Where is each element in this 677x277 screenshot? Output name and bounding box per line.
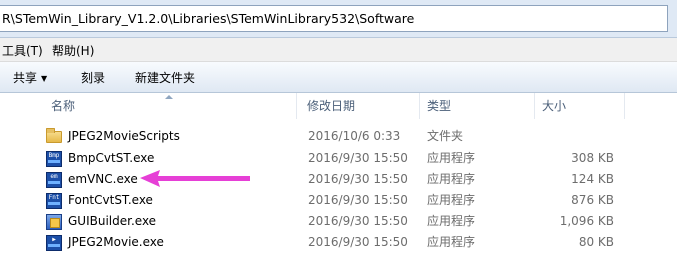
annotation-arrow [140,170,250,187]
